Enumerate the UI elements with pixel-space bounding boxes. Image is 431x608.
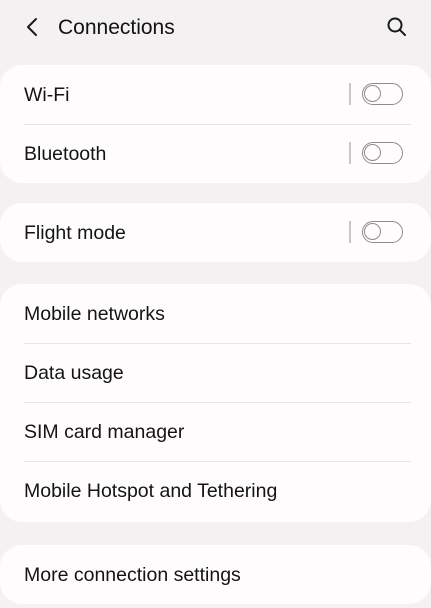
network-card: Mobile networks Data usage SIM card mana… (0, 284, 431, 522)
data-usage-label: Data usage (24, 361, 124, 384)
sim-card-manager-row[interactable]: SIM card manager (0, 402, 431, 461)
hotspot-label: Mobile Hotspot and Tethering (24, 479, 278, 502)
sim-card-manager-label: SIM card manager (24, 420, 185, 443)
row-divider (349, 221, 351, 243)
hotspot-row[interactable]: Mobile Hotspot and Tethering (0, 461, 431, 520)
bluetooth-row[interactable]: Bluetooth (0, 124, 431, 183)
more-card: More connection settings (0, 545, 431, 604)
mobile-networks-label: Mobile networks (24, 302, 165, 325)
more-settings-label: More connection settings (24, 563, 241, 586)
wireless-card: Wi-Fi Bluetooth (0, 65, 431, 183)
flight-mode-row[interactable]: Flight mode (0, 203, 431, 262)
toggle-knob (364, 85, 381, 102)
toggle-knob (364, 144, 381, 161)
page-title: Connections (58, 16, 175, 39)
row-divider (349, 142, 351, 164)
search-button[interactable] (382, 12, 412, 42)
toggle-knob (364, 223, 381, 240)
bluetooth-label: Bluetooth (24, 142, 107, 165)
bluetooth-toggle[interactable] (362, 142, 403, 164)
flight-mode-toggle[interactable] (362, 221, 403, 243)
wifi-toggle[interactable] (362, 83, 403, 105)
more-settings-row[interactable]: More connection settings (0, 545, 431, 604)
search-icon (387, 17, 406, 36)
flight-card: Flight mode (0, 203, 431, 262)
back-button[interactable] (18, 12, 48, 42)
wifi-row[interactable]: Wi-Fi (0, 65, 431, 124)
flight-mode-label: Flight mode (24, 221, 126, 244)
chevron-left-icon (27, 18, 37, 36)
mobile-networks-row[interactable]: Mobile networks (0, 284, 431, 343)
row-divider (349, 83, 351, 105)
data-usage-row[interactable]: Data usage (0, 343, 431, 402)
app-header: Connections (0, 0, 431, 56)
wifi-label: Wi-Fi (24, 83, 70, 106)
